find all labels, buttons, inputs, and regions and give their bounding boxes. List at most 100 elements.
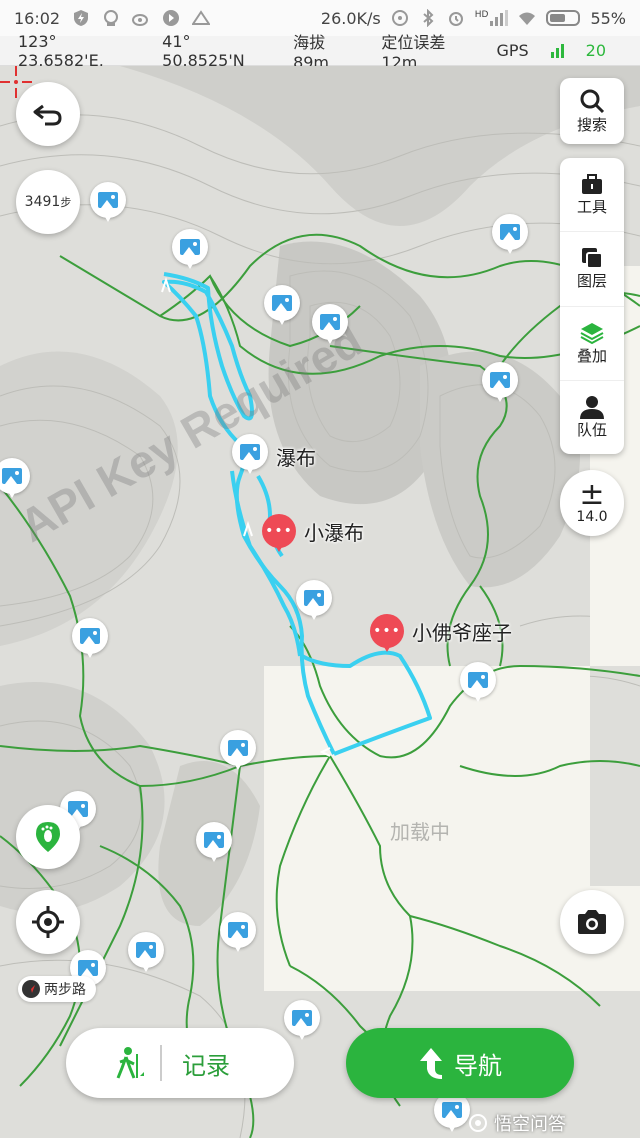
hiker-icon [116,1047,144,1079]
photo-marker[interactable] [284,1000,320,1044]
navigate-label: 导航 [454,1051,502,1080]
locate-me-button[interactable] [16,890,80,954]
team-label: 队伍 [576,420,607,439]
photo-icon [468,672,488,688]
poi-label: 小佛爷座子 [412,620,512,645]
poi-label: 瀑布 [276,445,316,470]
poi-marker-buddha-seat[interactable]: ••• 小佛爷座子 [370,614,512,652]
overlay-stack-icon [580,322,604,344]
search-button[interactable]: 搜索 [560,78,624,144]
photo-icon [500,224,520,240]
media-app-icon [163,10,180,26]
location-info-bar: 123° 23.6582'E, 41° 50.8525'N 海拔 89m 定位误… [0,32,640,72]
hd-signal-icon: HD [475,10,509,26]
mountain-app-icon [192,10,211,25]
photo-icon [490,372,510,388]
photo-icon [240,444,260,460]
longitude: 123° 23.6582'E, [18,31,104,70]
photo-marker[interactable] [460,662,496,706]
navigate-arrow-icon [420,1048,442,1079]
search-label: 搜索 [576,115,607,134]
poi-marker-small-waterfall[interactable]: ••• 小瀑布 [262,514,364,552]
photo-icon [292,1010,312,1026]
photo-marker[interactable] [196,822,232,866]
brand-label: 悟空问答 [494,1114,566,1135]
zoom-level-button[interactable]: ± 14.0 [560,470,624,536]
hotspot-icon [391,10,408,26]
map-tools-panel: 工具 图层 叠加 队伍 [560,158,624,454]
map-view[interactable]: API Key Required 加载中 瀑布 ••• 小瀑布 ••• 小佛爷座… [0,66,640,1138]
comment-icon: ••• [370,614,404,652]
network-speed: 26.0K/s [320,8,381,28]
poi-label: 小瀑布 [304,520,364,545]
step-count: 3491 [24,194,61,210]
photo-icon [304,590,324,606]
photo-icon [228,922,248,938]
navigate-button[interactable]: 导航 [346,1028,574,1098]
brand-watermark: 悟空问答 [468,1110,566,1136]
photo-marker[interactable] [128,932,164,976]
gps-satellite-count: 20 [585,41,606,60]
photo-icon [2,468,22,484]
weibo-icon [132,14,149,26]
photo-marker[interactable] [312,304,348,348]
bluetooth-icon [423,9,434,27]
comment-icon: ••• [262,514,296,552]
photo-icon [442,1102,462,1118]
photo-marker[interactable] [296,580,332,624]
clock: 16:02 [14,8,61,28]
photo-marker[interactable] [492,214,528,258]
tile-loading-text: 加载中 [390,820,450,844]
photo-marker[interactable] [0,458,30,502]
photo-marker [232,434,268,478]
brand-logo-icon [469,1114,487,1132]
layers-button[interactable]: 图层 [560,232,624,307]
step-counter[interactable]: 3491 步 [16,170,80,234]
layers-label: 图层 [576,272,607,291]
photo-icon [78,960,98,976]
zoom-in-icon: ± [579,477,605,512]
shield-bolt-icon [74,10,89,26]
zoom-level: 14.0 [576,509,608,525]
compass-arrow-icon [22,980,40,998]
step-unit: 步 [60,196,72,209]
record-divider [160,1045,162,1081]
notification-app-icon [104,10,119,26]
photo-marker[interactable] [90,182,126,226]
undo-arrow-icon [33,104,62,126]
toolbox-icon [582,174,602,195]
photo-marker[interactable] [172,229,208,273]
photo-marker[interactable] [72,618,108,662]
team-button[interactable]: 队伍 [560,381,624,454]
photo-icon [98,192,118,208]
alarm-icon [448,12,463,26]
photo-icon [272,295,292,311]
photo-marker[interactable] [482,362,518,406]
search-icon [580,89,605,113]
target-locate-icon [32,906,64,938]
wifi-icon [519,12,536,25]
battery-fill [550,14,565,22]
record-button[interactable]: 记录 [66,1028,294,1098]
camera-button[interactable] [560,890,624,954]
photo-marker[interactable] [264,285,300,329]
photo-icon [80,628,100,644]
overlay-label: 叠加 [576,346,607,365]
photo-marker[interactable] [434,1092,470,1136]
poi-marker-waterfall[interactable]: 瀑布 [232,434,316,478]
tools-button[interactable]: 工具 [560,158,624,233]
gps-status: GPS 20 [496,41,622,60]
photo-marker[interactable] [220,730,256,774]
footprint-button[interactable] [16,805,80,869]
tools-label: 工具 [576,198,607,217]
overlay-button[interactable]: 叠加 [560,307,624,381]
battery-percent: 55% [590,8,626,28]
back-button[interactable] [16,82,80,146]
footprint-pin-icon [36,822,60,852]
trail-source-label: 两步路 [44,982,86,998]
trail-source-tag[interactable]: 两步路 [18,976,96,1002]
team-person-icon [580,395,604,419]
record-label: 记录 [182,1051,230,1080]
gps-label: GPS [496,41,529,60]
photo-marker[interactable] [220,912,256,956]
